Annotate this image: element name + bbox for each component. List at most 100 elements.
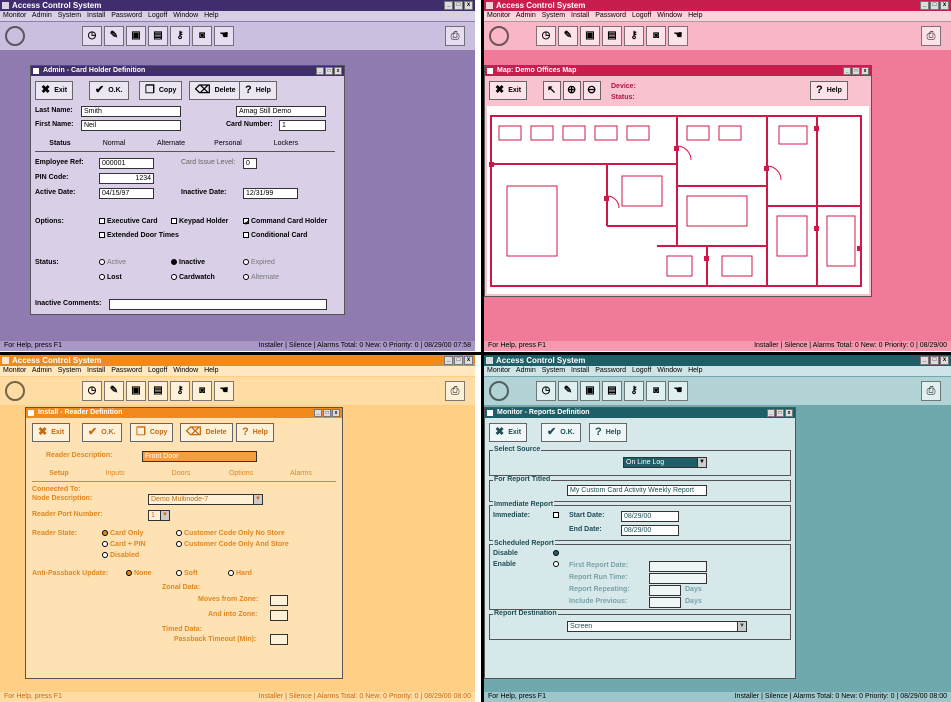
pin-input[interactable]: 1234 (99, 173, 154, 184)
help-button[interactable]: ? Help (810, 81, 848, 100)
clock-icon[interactable]: ◷ (536, 381, 556, 401)
ok-button[interactable]: ✔ O.K. (89, 81, 129, 100)
menu-password[interactable]: Password (111, 12, 142, 19)
maximize-icon[interactable]: □ (852, 67, 860, 75)
status-cardwatch-radio[interactable]: Cardwatch (171, 274, 215, 281)
exit-button[interactable]: ✖ Exit (32, 423, 71, 442)
maximize-icon[interactable]: □ (776, 409, 784, 417)
copy-button[interactable]: ❐ Copy (139, 81, 183, 100)
printer-icon[interactable]: ⎙ (445, 26, 465, 46)
pointer-button[interactable]: ↖ (543, 81, 561, 100)
camera-icon[interactable]: ◙ (646, 26, 666, 46)
tab-doors[interactable]: Doors (156, 468, 206, 480)
menu-system[interactable]: System (542, 367, 565, 374)
hand-icon[interactable]: ☚ (214, 26, 234, 46)
globe-icon[interactable] (5, 26, 25, 46)
minimize-icon[interactable]: _ (920, 1, 929, 10)
close-icon[interactable]: x (785, 409, 793, 417)
help-button[interactable]: ? Help (239, 81, 277, 100)
help-button[interactable]: ? Help (589, 423, 627, 442)
immediate-checkbox[interactable] (553, 512, 559, 518)
node-description-dropdown[interactable]: Demo Multinode-7 ▼ (148, 494, 263, 505)
first-report-date-input[interactable] (649, 561, 707, 572)
menu-help[interactable]: Help (204, 367, 218, 374)
zoom-in-button[interactable]: ⊕ (563, 81, 581, 100)
menu-help[interactable]: Help (688, 367, 702, 374)
hand-icon[interactable]: ☚ (214, 381, 234, 401)
minimize-icon[interactable]: _ (920, 356, 929, 365)
minimize-icon[interactable]: _ (767, 409, 775, 417)
document-icon[interactable]: ▤ (602, 381, 622, 401)
maximize-icon[interactable]: □ (325, 67, 333, 75)
menu-system[interactable]: System (542, 12, 565, 19)
menu-admin[interactable]: Admin (516, 12, 536, 19)
card-pin-radio[interactable]: Card + PIN (102, 541, 146, 548)
repeating-input[interactable] (649, 585, 681, 596)
minimize-icon[interactable]: _ (444, 356, 453, 365)
silence-button[interactable]: Silence (289, 342, 312, 349)
help-button[interactable]: ? Help (236, 423, 274, 442)
menu-window[interactable]: Window (657, 367, 682, 374)
minimize-icon[interactable]: _ (444, 1, 453, 10)
delete-button[interactable]: ⌫ Delete (180, 423, 233, 442)
globe-icon[interactable] (489, 26, 509, 46)
menu-install[interactable]: Install (87, 12, 105, 19)
exit-button[interactable]: ✖ Exit (489, 81, 528, 100)
customer-code-no-store-radio[interactable]: Customer Code Only No Store (176, 530, 285, 537)
customer-code-and-store-radio[interactable]: Customer Code Only And Store (176, 541, 289, 548)
document-icon[interactable]: ▤ (148, 381, 168, 401)
maximize-icon[interactable]: □ (323, 409, 331, 417)
card-icon[interactable]: ✎ (104, 381, 124, 401)
reader-description-input[interactable]: Front Door (142, 451, 257, 462)
maximize-icon[interactable]: □ (454, 1, 463, 10)
menu-password[interactable]: Password (595, 367, 626, 374)
monitor-icon[interactable]: ▣ (126, 381, 146, 401)
key-icon[interactable]: ⚷ (624, 381, 644, 401)
maximize-icon[interactable]: □ (454, 356, 463, 365)
destination-dropdown[interactable]: Screen ▼ (567, 621, 747, 632)
card-issue-input[interactable]: 0 (243, 158, 257, 169)
executive-card-checkbox[interactable]: Executive Card (99, 218, 158, 225)
last-name-input[interactable]: Smith (81, 106, 181, 117)
menu-window[interactable]: Window (657, 12, 682, 19)
monitor-icon[interactable]: ▣ (580, 381, 600, 401)
reader-port-dropdown[interactable]: 1 ▼ (148, 510, 170, 521)
employee-ref-input[interactable]: 000001 (99, 158, 154, 169)
menu-window[interactable]: Window (173, 367, 198, 374)
maximize-icon[interactable]: □ (930, 356, 939, 365)
delete-button[interactable]: ⌫ Delete (189, 81, 242, 100)
camera-icon[interactable]: ◙ (192, 381, 212, 401)
close-icon[interactable]: x (940, 1, 949, 10)
silence-button[interactable]: Silence (784, 342, 807, 349)
status-expired-radio[interactable]: Expired (243, 259, 275, 266)
menu-system[interactable]: System (58, 12, 81, 19)
include-previous-input[interactable] (649, 597, 681, 608)
key-icon[interactable]: ⚷ (170, 381, 190, 401)
floor-plan-map[interactable] (487, 106, 869, 294)
status-lost-radio[interactable]: Lost (99, 274, 122, 281)
copy-button[interactable]: ❐ Copy (130, 423, 174, 442)
menu-admin[interactable]: Admin (32, 12, 52, 19)
apb-none-radio[interactable]: None (126, 570, 152, 577)
silence-button[interactable]: Silence (765, 693, 788, 700)
apb-soft-radio[interactable]: Soft (176, 570, 198, 577)
clock-icon[interactable]: ◷ (82, 26, 102, 46)
key-icon[interactable]: ⚷ (624, 26, 644, 46)
tab-alarms[interactable]: Alarms (276, 468, 326, 480)
close-icon[interactable]: x (940, 356, 949, 365)
apb-hard-radio[interactable]: Hard (228, 570, 252, 577)
menu-logoff[interactable]: Logoff (148, 367, 167, 374)
tab-setup[interactable]: Setup (34, 468, 84, 480)
silence-button[interactable]: Silence (289, 693, 312, 700)
status-inactive-radio[interactable]: Inactive (171, 259, 205, 266)
printer-icon[interactable]: ⎙ (921, 26, 941, 46)
menu-install[interactable]: Install (571, 12, 589, 19)
company-input[interactable]: Amag Still Demo (236, 106, 326, 117)
close-icon[interactable]: x (464, 356, 473, 365)
hand-icon[interactable]: ☚ (668, 381, 688, 401)
status-active-radio[interactable]: Active (99, 259, 126, 266)
menu-system[interactable]: System (58, 367, 81, 374)
tab-inputs[interactable]: Inputs (90, 468, 140, 480)
inactive-date-input[interactable]: 12/31/99 (243, 188, 298, 199)
moves-from-zone-input[interactable] (270, 595, 288, 606)
